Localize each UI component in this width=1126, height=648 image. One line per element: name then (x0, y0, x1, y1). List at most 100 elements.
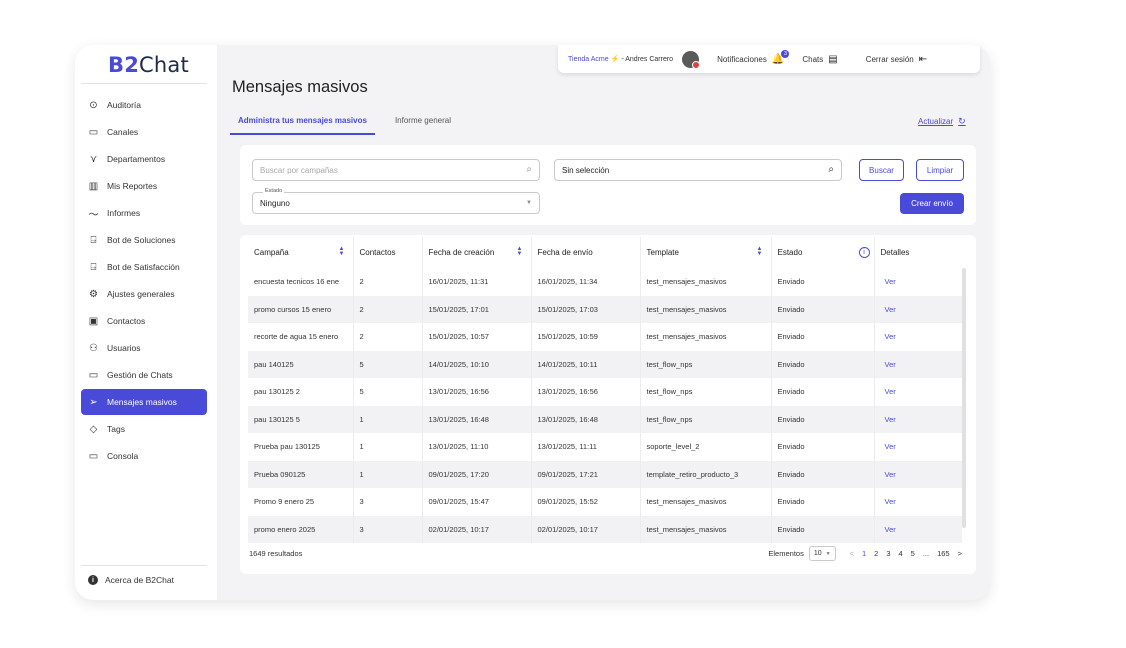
campaign-search-input[interactable]: Buscar por campañas ⌕ (252, 159, 540, 181)
page-link[interactable]: 1 (862, 549, 866, 558)
sidebar-item-auditor-a[interactable]: ⊙ Auditoría (81, 92, 207, 118)
table-cell: encuesta tecnicos 16 ene (248, 268, 354, 296)
page-title: Mensajes masivos (232, 78, 368, 96)
view-details-link[interactable]: Ver (874, 405, 962, 433)
sort-icon[interactable]: ▲ ▼ (339, 246, 345, 257)
header-label: Detalles (880, 248, 910, 257)
view-details-link[interactable]: Ver (874, 515, 962, 543)
info-icon[interactable]: i (858, 247, 870, 258)
table-cell: pau 130125 2 (248, 378, 354, 406)
table-cell: 1 (353, 405, 423, 433)
prev-page-button[interactable]: < (850, 549, 854, 558)
refresh-link[interactable]: Actualizar ↻ (918, 116, 966, 127)
sidebar-item-mis-reportes[interactable]: ▥ Mis Reportes (81, 173, 207, 199)
sidebar-item-gesti-n-de-chats[interactable]: ▭ Gestión de Chats (81, 362, 207, 388)
bot-icon: ⍈ (90, 261, 97, 273)
info-icon: i (88, 575, 98, 585)
view-details-link[interactable]: Ver (874, 323, 962, 351)
logout-icon: ⇤ (918, 53, 928, 65)
search-button[interactable]: Buscar (859, 159, 904, 181)
page-size-select[interactable]: 10 ▼ (808, 546, 836, 561)
view-details-link[interactable]: Ver (874, 488, 962, 516)
sidebar-item-tags[interactable]: ◇ Tags (81, 416, 207, 442)
sidebar-item-ajustes-generales[interactable]: ⚙ Ajustes generales (81, 281, 207, 307)
table-cell: test_mensajes_masivos (640, 515, 772, 543)
sidebar-item-label: Ajustes generales (107, 289, 175, 299)
table-cell: test_mensajes_masivos (640, 488, 772, 516)
sidebar-item-consola[interactable]: ▭ Consola (81, 443, 207, 469)
view-details-link[interactable]: Ver (874, 433, 962, 461)
avatar[interactable] (682, 50, 701, 69)
table-header-row: Campaña ▲ ▼ Contactos Fecha de creación ▲ ▼ … (248, 237, 962, 268)
table-cell: pau 140125 (248, 350, 354, 378)
sidebar-item-bot-de-satisfacci-n[interactable]: ⍈ Bot de Satisfacción (81, 254, 207, 280)
table-cell: 16/01/2025, 11:34 (531, 268, 641, 296)
pagination: Elementos 10 ▼ <1 2 3 4 5... 165 > (768, 546, 966, 561)
next-page-button[interactable]: > (958, 549, 962, 558)
trend-icon: 〜 (88, 209, 99, 221)
table-cell: 13/01/2025, 11:11 (531, 433, 641, 461)
create-send-button[interactable]: Crear envío (900, 193, 964, 214)
about-label: Acerca de B2Chat (105, 575, 174, 585)
reports-icon: ▥ (88, 180, 99, 192)
view-details-link[interactable]: Ver (874, 460, 962, 488)
page-link[interactable]: 165 (937, 549, 950, 558)
logout-button[interactable]: Cerrar sesión ⇤ (866, 54, 927, 65)
table-cell: 02/01/2025, 10:17 (531, 515, 641, 543)
sidebar-item-contactos[interactable]: ▣ Contactos (81, 308, 207, 334)
tab-administra[interactable]: Administra tus mensajes masivos (230, 116, 375, 135)
table-cell: 5 (353, 350, 423, 378)
sidebar-item-label: Consola (107, 451, 139, 461)
tab-informe-general[interactable]: Informe general (395, 116, 451, 135)
about-link[interactable]: i Acerca de B2Chat (88, 575, 174, 585)
table-cell: Enviado (771, 378, 875, 406)
table-cell: 16/01/2025, 11:31 (422, 268, 532, 296)
sidebar-item-informes[interactable]: 〜 Informes (81, 200, 207, 226)
notifications-button[interactable]: Notificaciones 🔔 3 (717, 49, 790, 65)
header-campaign[interactable]: Campaña ▲ ▼ (248, 237, 354, 268)
sidebar-item-bot-de-soluciones[interactable]: ⍈ Bot de Soluciones (81, 227, 207, 253)
template-select[interactable]: Sin selección ⌕ (554, 159, 842, 181)
table-cell: 2 (353, 323, 423, 351)
table-cell: test_flow_nps (640, 405, 772, 433)
sidebar-item-usuarios[interactable]: ⚇ Usuarios (81, 335, 207, 361)
sidebar-item-canales[interactable]: ▭ Canales (81, 119, 207, 145)
chats-button[interactable]: Chats ▤ (802, 54, 837, 65)
page-link[interactable]: 3 (886, 549, 890, 558)
sort-icon[interactable]: ▲ ▼ (517, 246, 523, 257)
status-value: Ninguno (260, 198, 290, 208)
view-details-link[interactable]: Ver (874, 295, 962, 323)
refresh-label: Actualizar (918, 117, 954, 126)
check-circle-icon: ⊙ (89, 99, 98, 111)
status-select[interactable]: Estado Ninguno ▼ (252, 188, 540, 214)
table-row: recorte de agua 15 enero 2 15/01/2025, 10:… (248, 323, 962, 351)
view-details-link[interactable]: Ver (874, 268, 962, 296)
header-label: Estado (777, 248, 803, 257)
sidebar-item-label: Mensajes masivos (107, 397, 177, 407)
sidebar-item-label: Bot de Satisfacción (107, 262, 180, 272)
table-cell: 5 (353, 378, 423, 406)
table-cell: 3 (353, 488, 423, 516)
page-link[interactable]: 5 (911, 549, 915, 558)
view-details-link[interactable]: Ver (874, 378, 962, 406)
table-scrollbar[interactable] (962, 268, 966, 528)
chevron-down-icon: ▼ (825, 550, 831, 557)
sidebar-item-mensajes-masivos[interactable]: ➢ Mensajes masivos (81, 389, 207, 415)
sidebar-item-label: Usuarios (107, 343, 141, 353)
table-cell: 15/01/2025, 10:57 (422, 323, 532, 351)
header-created[interactable]: Fecha de creación ▲ ▼ (422, 237, 532, 268)
search-icon: ⌕ (828, 164, 834, 175)
sidebar-item-departamentos[interactable]: ⋎ Departamentos (81, 146, 207, 172)
table-cell: 09/01/2025, 15:52 (531, 488, 641, 516)
table-cell: 14/01/2025, 10:10 (422, 350, 532, 378)
table-row: promo enero 2025 3 02/01/2025, 10:17 02/01/… (248, 515, 962, 543)
table-cell: soporte_level_2 (640, 433, 772, 461)
table-cell: 15/01/2025, 10:59 (531, 323, 641, 351)
view-details-link[interactable]: Ver (874, 350, 962, 378)
sort-icon[interactable]: ▲ ▼ (757, 246, 763, 257)
page-link[interactable]: 2 (874, 549, 878, 558)
page-link[interactable]: 4 (898, 549, 902, 558)
header-template[interactable]: Template ▲ ▼ (640, 237, 772, 268)
console-icon: ▭ (88, 450, 99, 462)
clear-button[interactable]: Limpiar (916, 159, 964, 181)
